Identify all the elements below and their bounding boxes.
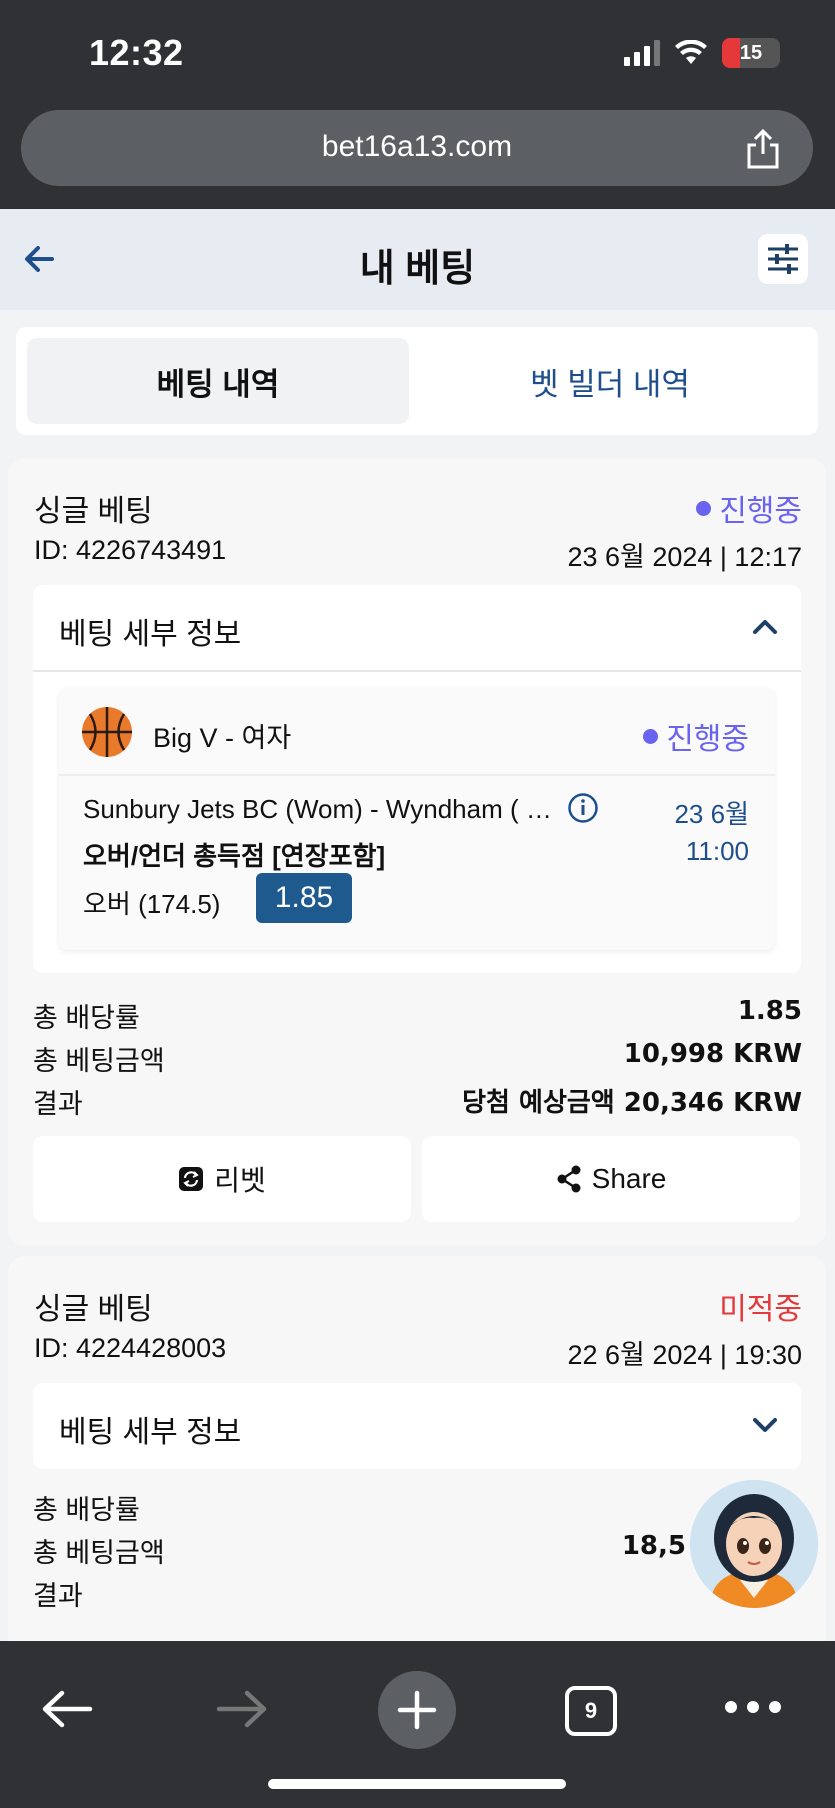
info-icon[interactable]	[567, 792, 599, 824]
browser-bottom-bar: 9	[0, 1641, 835, 1808]
app-header: 내 베팅	[0, 209, 835, 310]
share-icon[interactable]	[743, 128, 783, 170]
odds-badge: 1.85	[256, 873, 352, 923]
more-menu-icon[interactable]	[725, 1701, 781, 1713]
bet-details-panel: 베팅 세부 정보 Big V - 여자 진행중 Sunbury Jets BC …	[33, 585, 801, 973]
summary-total-odds: 총 배당률 1.85	[33, 996, 802, 1033]
chevron-down-icon	[753, 1418, 777, 1432]
summary-value: 당첨 예상금액 20,346 KRW	[462, 1088, 802, 1118]
sliders-icon	[768, 244, 798, 274]
tab-count-button[interactable]: 9	[565, 1686, 617, 1736]
avatar-icon	[690, 1480, 818, 1608]
bet-details-title: 베팅 세부 정보	[59, 618, 242, 651]
rebet-button[interactable]: 리벳	[33, 1136, 411, 1222]
tab-bet-history[interactable]: 베팅 내역	[27, 338, 409, 424]
bet-id: ID: 4226743491	[34, 535, 227, 565]
browser-back-icon[interactable]	[40, 1687, 94, 1731]
summary-result: 결과	[33, 1574, 802, 1611]
new-tab-button[interactable]	[378, 1671, 456, 1749]
home-indicator	[268, 1779, 566, 1789]
rebet-icon	[179, 1167, 204, 1191]
summary-value: 10,998 KRW	[623, 1039, 802, 1069]
page-title: 내 베팅	[359, 248, 476, 290]
summary-label: 총 배당률	[33, 1003, 140, 1033]
bet-details-toggle[interactable]: 베팅 세부 정보	[33, 1383, 801, 1468]
event-status-badge: 진행중	[643, 714, 749, 758]
bet-details-panel: 베팅 세부 정보	[33, 1383, 801, 1469]
summary-label: 결과	[33, 1089, 83, 1119]
match-name: Sunbury Jets BC (Wom) - Wyndham ( …	[83, 794, 552, 824]
bet-type: 싱글 베팅	[34, 495, 153, 528]
support-avatar-button[interactable]	[690, 1480, 818, 1608]
wifi-icon	[675, 40, 707, 64]
url-bar[interactable]: bet16a13.com	[21, 110, 813, 186]
bet-details-title: 베팅 세부 정보	[59, 1416, 242, 1449]
cellular-signal-icon	[624, 40, 660, 66]
summary-label: 총 베팅금액	[33, 1046, 165, 1076]
status-dot-icon	[643, 728, 659, 744]
event-status-label: 진행중	[666, 723, 749, 756]
market-name: 오버/언더 총득점 [연장포함]	[83, 841, 386, 871]
bet-card: 싱글 베팅 미적중 ID: 4224428003 22 6월 2024 | 19…	[8, 1256, 826, 1656]
basketball-icon	[82, 707, 132, 757]
tab-bet-builder-history[interactable]: 벳 빌더 내역	[419, 338, 801, 424]
summary-total-stake: 총 베팅금액 10,998 KRW	[33, 1039, 802, 1076]
plus-icon	[397, 1690, 437, 1730]
summary-result: 결과 당첨 예상금액 20,346 KRW	[33, 1082, 802, 1119]
filter-button[interactable]	[758, 234, 808, 284]
match-date: 23 6월	[674, 799, 749, 829]
status-label: 진행중	[719, 495, 802, 528]
selection: 오버 (174.5)	[83, 889, 221, 919]
bet-date: 23 6월 2024 | 12:17	[567, 542, 802, 572]
url-text: bet16a13.com	[321, 130, 513, 163]
status-badge: 진행중	[696, 486, 802, 530]
status-time: 12:32	[89, 32, 184, 73]
share-label: Share	[591, 1163, 667, 1194]
browser-forward-icon[interactable]	[215, 1687, 269, 1731]
bet-id: ID: 4224428003	[34, 1333, 227, 1363]
summary-label: 총 배당률	[33, 1495, 140, 1525]
match-time: 11:00	[685, 836, 749, 866]
battery-icon: 15	[722, 38, 780, 68]
bet-date: 22 6월 2024 | 19:30	[567, 1340, 802, 1370]
league-name: Big V - 여자	[153, 723, 292, 753]
bet-type: 싱글 베팅	[34, 1293, 153, 1326]
bet-history-tabs: 베팅 내역 벳 빌더 내역	[16, 327, 818, 435]
bet-card: 싱글 베팅 진행중 ID: 4226743491 23 6월 2024 | 12…	[8, 458, 826, 1246]
bet-details-toggle[interactable]: 베팅 세부 정보	[33, 585, 801, 670]
event-item: Big V - 여자 진행중 Sunbury Jets BC (Wom) - W…	[59, 688, 775, 950]
share-button[interactable]: Share	[422, 1136, 800, 1222]
summary-total-odds: 총 배당률	[33, 1488, 802, 1525]
divider	[33, 670, 801, 672]
divider	[59, 774, 775, 776]
browser-top-bar: 12:32 15 bet16a13.com	[0, 0, 835, 209]
summary-label: 결과	[33, 1581, 83, 1611]
rebet-label: 리벳	[214, 1165, 266, 1196]
summary-value: 18,5	[621, 1531, 686, 1561]
chevron-up-icon	[753, 620, 777, 634]
summary-label: 총 베팅금액	[33, 1538, 165, 1568]
status-badge: 미적중	[719, 1293, 802, 1326]
summary-value: 1.85	[737, 996, 802, 1026]
status-icons: 15	[624, 38, 780, 68]
status-dot-icon	[696, 500, 712, 516]
battery-level: 15	[739, 41, 763, 64]
summary-total-stake: 총 베팅금액 18,5	[33, 1531, 686, 1568]
share-nodes-icon	[557, 1165, 581, 1193]
